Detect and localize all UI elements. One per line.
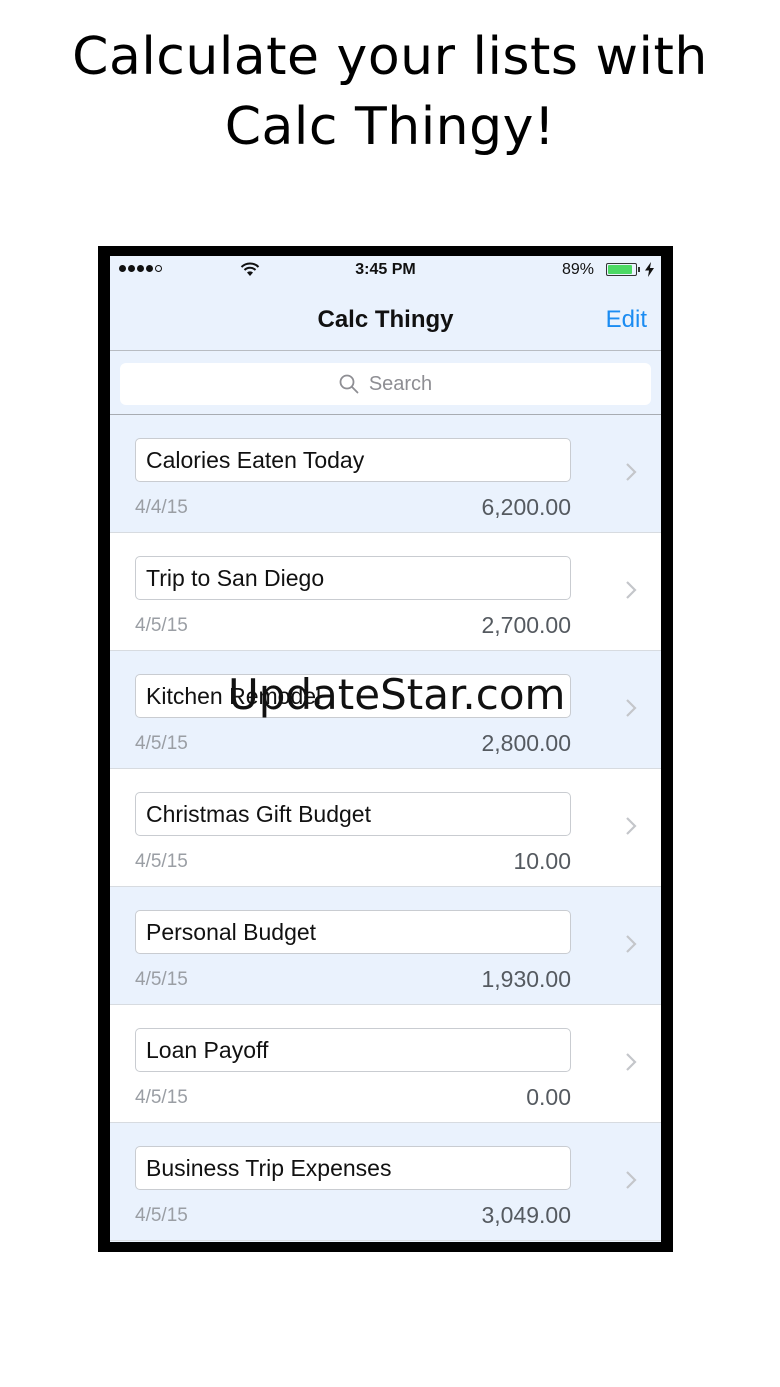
list-date: 4/5/15 [135, 851, 188, 872]
list-name-field[interactable]: Trip to San Diego [135, 556, 571, 600]
search-input[interactable]: Search [120, 363, 651, 405]
headline-line-2: Calc Thingy! [224, 97, 556, 157]
battery-fill [608, 265, 632, 274]
list-item[interactable]: Personal Budget 4/5/15 1,930.00 [110, 887, 661, 1005]
list-date: 4/5/15 [135, 1205, 188, 1226]
chevron-right-icon[interactable] [625, 816, 637, 836]
list-total: 6,200.00 [481, 494, 571, 520]
phone-screen: 3:45 PM 89% Calc Thingy Edit Search Calo… [110, 256, 661, 1242]
list-name-field[interactable]: Loan Payoff [135, 1028, 571, 1072]
list-item[interactable]: Christmas Gift Budget 4/5/15 10.00 [110, 769, 661, 887]
headline: Calculate your lists with Calc Thingy! [0, 22, 780, 162]
search-icon [339, 374, 359, 394]
chevron-right-icon[interactable] [625, 580, 637, 600]
list-date: 4/5/15 [135, 733, 188, 754]
phone-frame: 3:45 PM 89% Calc Thingy Edit Search Calo… [98, 246, 673, 1252]
search-placeholder: Search [368, 372, 433, 395]
list-name-field[interactable]: Calories Eaten Today [135, 438, 571, 482]
edit-button[interactable]: Edit [606, 306, 647, 334]
status-bar: 3:45 PM 89% [110, 256, 661, 284]
chevron-right-icon[interactable] [625, 934, 637, 954]
list-total: 3,049.00 [481, 1202, 571, 1228]
list-item[interactable]: Business Trip Expenses 4/5/15 3,049.00 [110, 1123, 661, 1241]
list-date: 4/4/15 [135, 497, 188, 518]
list-total: 0.00 [526, 1084, 571, 1110]
chevron-right-icon[interactable] [625, 462, 637, 482]
list-item[interactable]: Loan Payoff 4/5/15 0.00 [110, 1005, 661, 1123]
list-name-field[interactable]: Personal Budget [135, 910, 571, 954]
list-name-field[interactable]: Business Trip Expenses [135, 1146, 571, 1190]
search-bar: Search [110, 351, 661, 415]
list-item[interactable]: Trip to San Diego 4/5/15 2,700.00 [110, 533, 661, 651]
nav-bar: Calc Thingy Edit [110, 284, 661, 351]
chevron-right-icon[interactable] [625, 1052, 637, 1072]
chevron-right-icon[interactable] [625, 1170, 637, 1190]
headline-line-1: Calculate your lists with [72, 27, 708, 87]
nav-title: Calc Thingy [317, 306, 454, 333]
calc-list: Calories Eaten Today 4/4/15 6,200.00 Tri… [110, 415, 661, 1241]
bolt-icon [645, 262, 654, 277]
list-date: 4/5/15 [135, 615, 188, 636]
chevron-right-icon[interactable] [625, 698, 637, 718]
battery-icon [606, 263, 637, 276]
list-total: 1,930.00 [481, 966, 571, 992]
list-total: 10.00 [513, 848, 571, 874]
list-total: 2,700.00 [481, 612, 571, 638]
battery-tip [638, 267, 640, 272]
list-name-field[interactable]: Christmas Gift Budget [135, 792, 571, 836]
list-date: 4/5/15 [135, 1087, 188, 1108]
list-date: 4/5/15 [135, 969, 188, 990]
list-total: 2,800.00 [481, 730, 571, 756]
battery-percent: 89% [562, 261, 595, 278]
list-item[interactable]: Calories Eaten Today 4/4/15 6,200.00 [110, 415, 661, 533]
watermark: UpdateStar.com [228, 670, 566, 719]
